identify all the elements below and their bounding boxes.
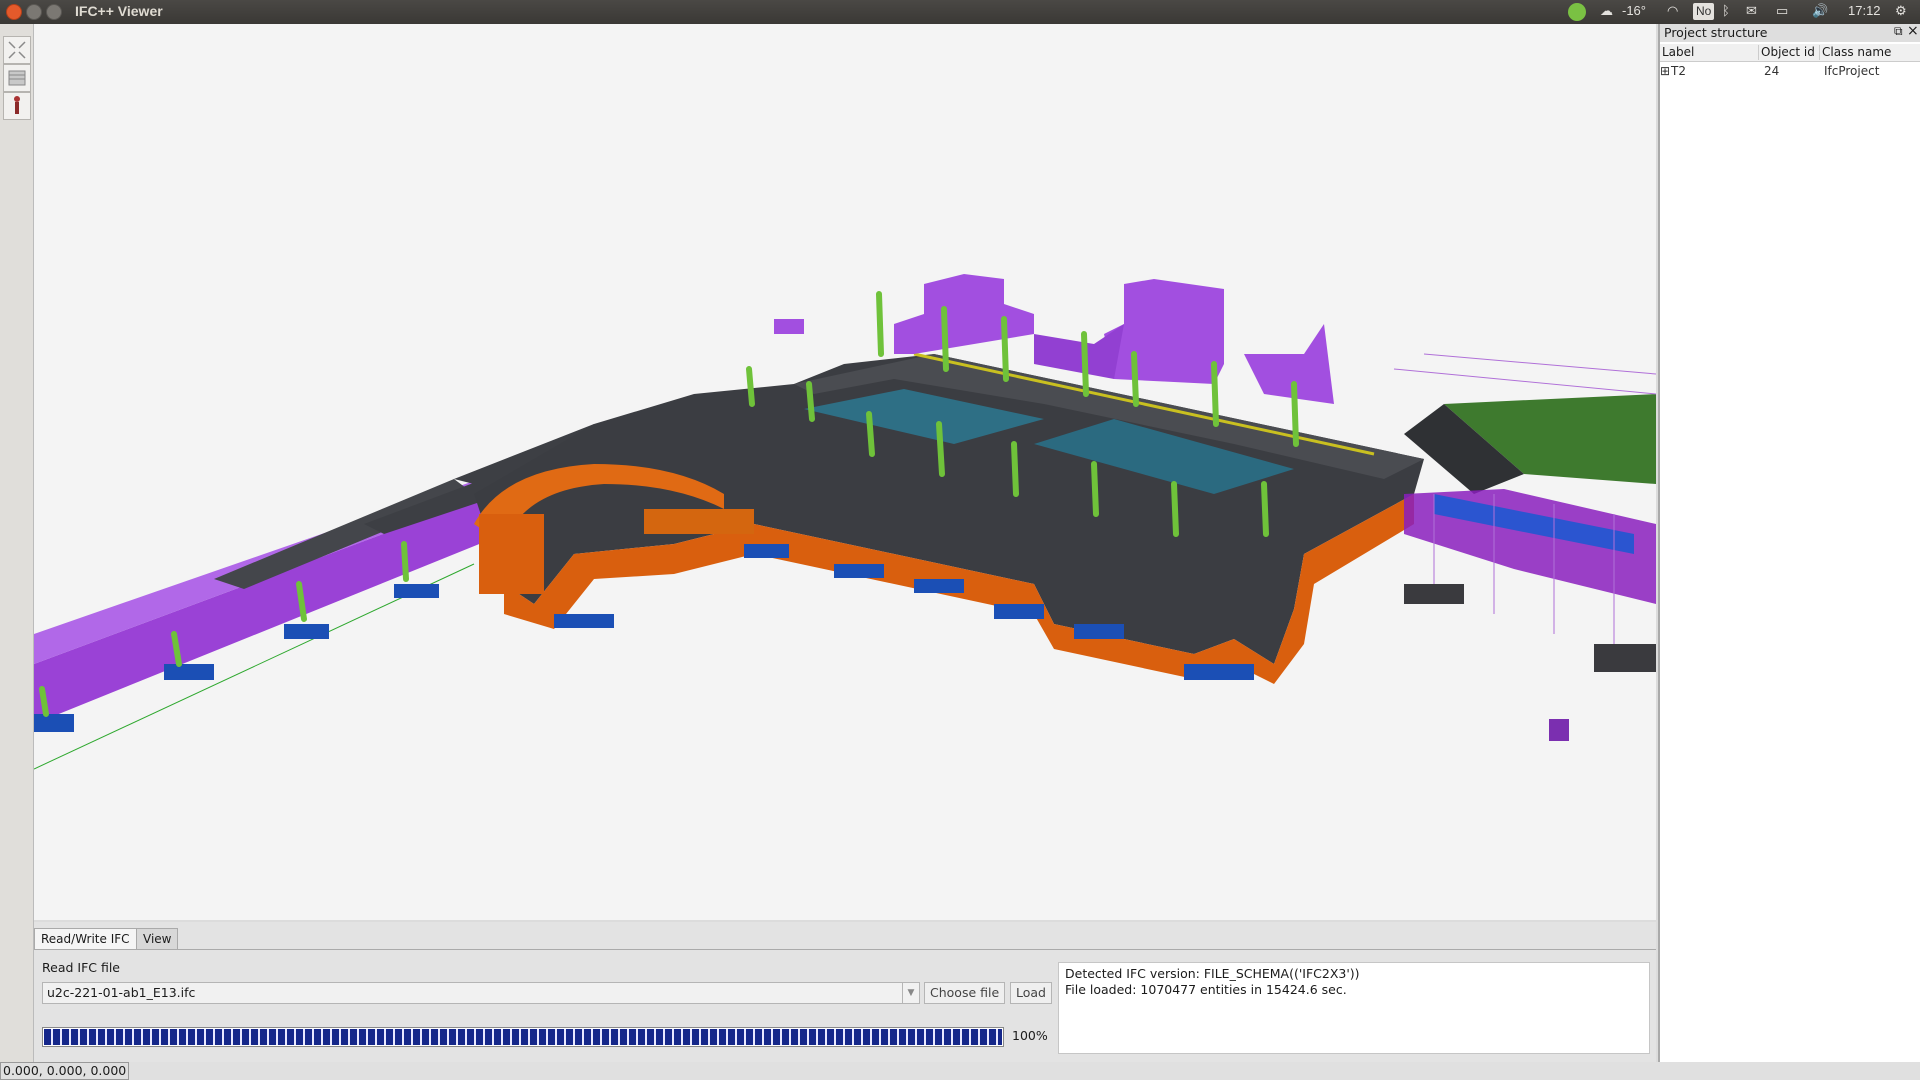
block bbox=[1594, 644, 1656, 672]
log-line: Detected IFC version: FILE_SCHEMA(('IFC2… bbox=[1065, 966, 1360, 981]
keyboard-layout-badge[interactable]: No bbox=[1693, 3, 1715, 20]
left-toolbar bbox=[0, 24, 34, 1064]
coordinates-readout: 0.000, 0.000, 0.000 bbox=[0, 1062, 130, 1080]
volume-icon[interactable]: 🔊 bbox=[1812, 3, 1828, 19]
wall-purple bbox=[774, 319, 804, 334]
chevron-down-icon[interactable]: ▼ bbox=[902, 983, 919, 1003]
panel-title-bar: Project structure ⧉ × bbox=[1660, 23, 1920, 42]
zoom-extents-icon[interactable] bbox=[3, 36, 31, 64]
file-select-value: u2c-221-01-ab1_E13.ifc bbox=[47, 985, 196, 1000]
project-structure-panel: Project structure ⧉ × Label Object id Cl… bbox=[1658, 23, 1920, 1062]
tree-row-object-id[interactable]: 24 bbox=[1764, 64, 1779, 78]
clock[interactable]: 17:12 bbox=[1848, 3, 1881, 18]
column-header-object-id[interactable]: Object id bbox=[1759, 45, 1820, 60]
settings-gear-icon[interactable]: ⚙ bbox=[1895, 3, 1907, 19]
progress-fill bbox=[44, 1029, 1002, 1045]
log-output[interactable]: Detected IFC version: FILE_SCHEMA(('IFC2… bbox=[1058, 962, 1650, 1054]
choose-file-button[interactable]: Choose file bbox=[924, 982, 1006, 1004]
progress-bar bbox=[42, 1027, 1004, 1047]
3d-viewport[interactable] bbox=[33, 24, 1657, 920]
weather-temperature[interactable]: -16° bbox=[1622, 3, 1646, 18]
float-panel-icon[interactable]: ⧉ bbox=[1894, 24, 1903, 39]
tab-view[interactable]: View bbox=[136, 928, 179, 949]
wall-orange bbox=[644, 509, 754, 534]
battery-icon[interactable]: ▭ bbox=[1776, 3, 1788, 19]
column-header-label[interactable]: Label bbox=[1660, 45, 1759, 60]
tree-row-label[interactable]: T2 bbox=[1671, 64, 1686, 78]
column-header-class-name[interactable]: Class name bbox=[1820, 45, 1920, 60]
mail-icon[interactable]: ✉ bbox=[1746, 3, 1757, 19]
wall-orange bbox=[479, 514, 544, 594]
window-title: IFC++ Viewer bbox=[75, 3, 163, 19]
minimize-window-button[interactable] bbox=[26, 4, 42, 20]
block bbox=[1549, 719, 1569, 741]
close-window-button[interactable] bbox=[6, 4, 22, 20]
bottom-panel: Read/Write IFC View Read IFC file u2c-22… bbox=[34, 922, 1656, 1062]
progress-label: 100% bbox=[1012, 1028, 1048, 1043]
spotify-icon[interactable] bbox=[1568, 3, 1586, 21]
tab-read-write-ifc[interactable]: Read/Write IFC bbox=[34, 928, 137, 949]
person-icon[interactable] bbox=[3, 92, 31, 120]
file-select[interactable]: u2c-221-01-ab1_E13.ifc ▼ bbox=[42, 982, 920, 1004]
tree-expander-icon[interactable]: ⊞ bbox=[1660, 64, 1670, 78]
wall-purple bbox=[1244, 324, 1334, 404]
panel-title: Project structure bbox=[1664, 25, 1768, 40]
log-line: File loaded: 1070477 entities in 15424.6… bbox=[1065, 982, 1347, 997]
close-icon[interactable]: × bbox=[1907, 23, 1919, 39]
wifi-icon[interactable]: ◠ bbox=[1667, 3, 1678, 19]
maximize-window-button[interactable] bbox=[46, 4, 62, 20]
load-button[interactable]: Load bbox=[1010, 982, 1052, 1004]
bluetooth-icon[interactable]: ᛒ bbox=[1722, 3, 1730, 18]
tree-header: Label Object id Class name bbox=[1660, 44, 1920, 62]
status-bar: 0.000, 0.000, 0.000 bbox=[0, 1062, 1920, 1080]
wall-purple bbox=[34, 489, 504, 724]
view-mode-icon[interactable] bbox=[3, 64, 31, 92]
tree-row-class-name[interactable]: IfcProject bbox=[1824, 64, 1879, 78]
wall-purple bbox=[894, 274, 1034, 354]
read-ifc-label: Read IFC file bbox=[42, 960, 120, 975]
block bbox=[1404, 584, 1464, 604]
weather-icon[interactable]: ☁ bbox=[1600, 3, 1613, 19]
title-bar: IFC++ Viewer ☁ -16° ◠ No ᛒ ✉ ▭ 🔊 17:12 ⚙ bbox=[0, 0, 1920, 24]
tab-divider bbox=[34, 949, 1656, 950]
